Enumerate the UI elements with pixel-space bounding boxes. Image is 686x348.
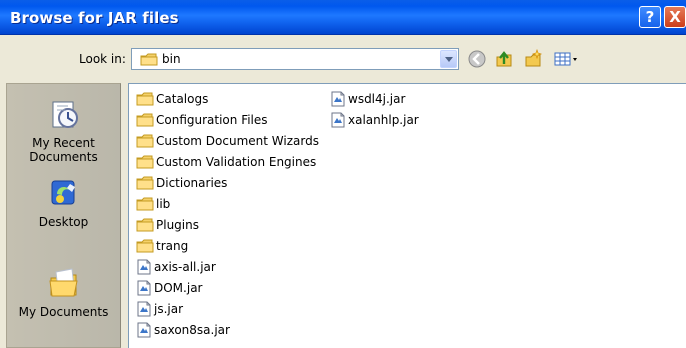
list-item-catalogs[interactable]: Catalogs — [136, 88, 326, 109]
list-item-js-jar[interactable]: js.jar — [136, 298, 326, 319]
list-item-dom-jar[interactable]: DOM.jar — [136, 277, 326, 298]
list-item-wsdl4j-jar[interactable]: wsdl4j.jar — [330, 88, 520, 109]
file-list[interactable]: Catalogs Configuration Files Custom Docu… — [128, 83, 686, 348]
close-button[interactable]: X — [664, 6, 686, 28]
places-label-my-recent-documents: My Recent Documents — [29, 136, 98, 164]
places-bar: My Recent Documents Desktop My Documents — [6, 83, 121, 348]
list-item-trang[interactable]: trang — [136, 235, 326, 256]
file-name: axis-all.jar — [154, 259, 216, 274]
file-name: Catalogs — [156, 91, 209, 106]
jar-file-icon — [331, 112, 345, 127]
file-name: Custom Document Wizards — [156, 133, 319, 148]
new-folder-icon[interactable] — [523, 49, 543, 69]
chevron-down-icon[interactable] — [440, 50, 457, 68]
places-item-my-recent-documents[interactable]: My Recent Documents — [7, 97, 120, 164]
folder-icon — [136, 176, 154, 189]
jar-file-icon — [331, 91, 345, 106]
list-item-configuration-files[interactable]: Configuration Files — [136, 109, 326, 130]
jar-file-icon — [137, 280, 151, 295]
title-bar[interactable]: Browse for JAR files ? X — [0, 0, 686, 35]
file-name: trang — [156, 238, 189, 253]
file-name: js.jar — [154, 301, 184, 316]
file-name: Configuration Files — [156, 112, 268, 127]
my-documents-icon — [48, 268, 78, 297]
help-button[interactable]: ? — [639, 6, 661, 28]
view-menu-icon[interactable] — [553, 49, 579, 69]
file-name: saxon8sa.jar — [154, 322, 230, 337]
places-item-my-documents[interactable]: My Documents — [7, 266, 120, 319]
places-label-my-documents: My Documents — [18, 305, 109, 319]
list-item-plugins[interactable]: Plugins — [136, 214, 326, 235]
back-icon[interactable] — [467, 49, 487, 69]
jar-file-icon — [137, 301, 151, 316]
list-item-saxon8sa-jar[interactable]: saxon8sa.jar — [136, 319, 326, 340]
browse-jar-files-dialog: Browse for JAR files ? X Look in: bin My… — [0, 0, 686, 348]
dialog-title: Browse for JAR files — [10, 9, 179, 27]
look-in-label: Look in: — [79, 52, 126, 66]
file-name: wsdl4j.jar — [348, 91, 406, 106]
list-item-custom-validation-engines[interactable]: Custom Validation Engines — [136, 151, 326, 172]
look-in-selected-folder: bin — [162, 52, 181, 66]
file-name: Dictionaries — [156, 175, 228, 190]
file-name: xalanhlp.jar — [348, 112, 419, 127]
folder-icon — [136, 113, 154, 126]
list-item-lib[interactable]: lib — [136, 193, 326, 214]
places-label-desktop: Desktop — [38, 215, 89, 229]
folder-icon — [136, 197, 154, 210]
file-column-1: Catalogs Configuration Files Custom Docu… — [136, 88, 326, 340]
folder-icon — [136, 155, 154, 168]
file-name: Plugins — [156, 217, 199, 232]
jar-file-icon — [137, 259, 151, 274]
list-item-axis-all-jar[interactable]: axis-all.jar — [136, 256, 326, 277]
places-item-desktop[interactable]: Desktop — [7, 176, 120, 229]
recent-documents-icon — [52, 101, 78, 128]
look-in-dropdown[interactable]: bin — [131, 48, 459, 70]
list-item-dictionaries[interactable]: Dictionaries — [136, 172, 326, 193]
folder-icon — [136, 134, 154, 147]
folder-icon — [136, 92, 154, 105]
folder-icon — [136, 218, 154, 231]
list-item-custom-document-wizards[interactable]: Custom Document Wizards — [136, 130, 326, 151]
folder-icon — [136, 239, 154, 252]
file-name: lib — [156, 196, 171, 211]
file-name: DOM.jar — [154, 280, 203, 295]
list-item-xalanhlp-jar[interactable]: xalanhlp.jar — [330, 109, 520, 130]
file-name: Custom Validation Engines — [156, 154, 317, 169]
up-folder-icon[interactable] — [494, 49, 514, 69]
file-column-2: wsdl4j.jar xalanhlp.jar — [330, 88, 520, 130]
folder-icon — [140, 53, 158, 66]
desktop-icon — [51, 180, 75, 205]
jar-file-icon — [137, 322, 151, 337]
